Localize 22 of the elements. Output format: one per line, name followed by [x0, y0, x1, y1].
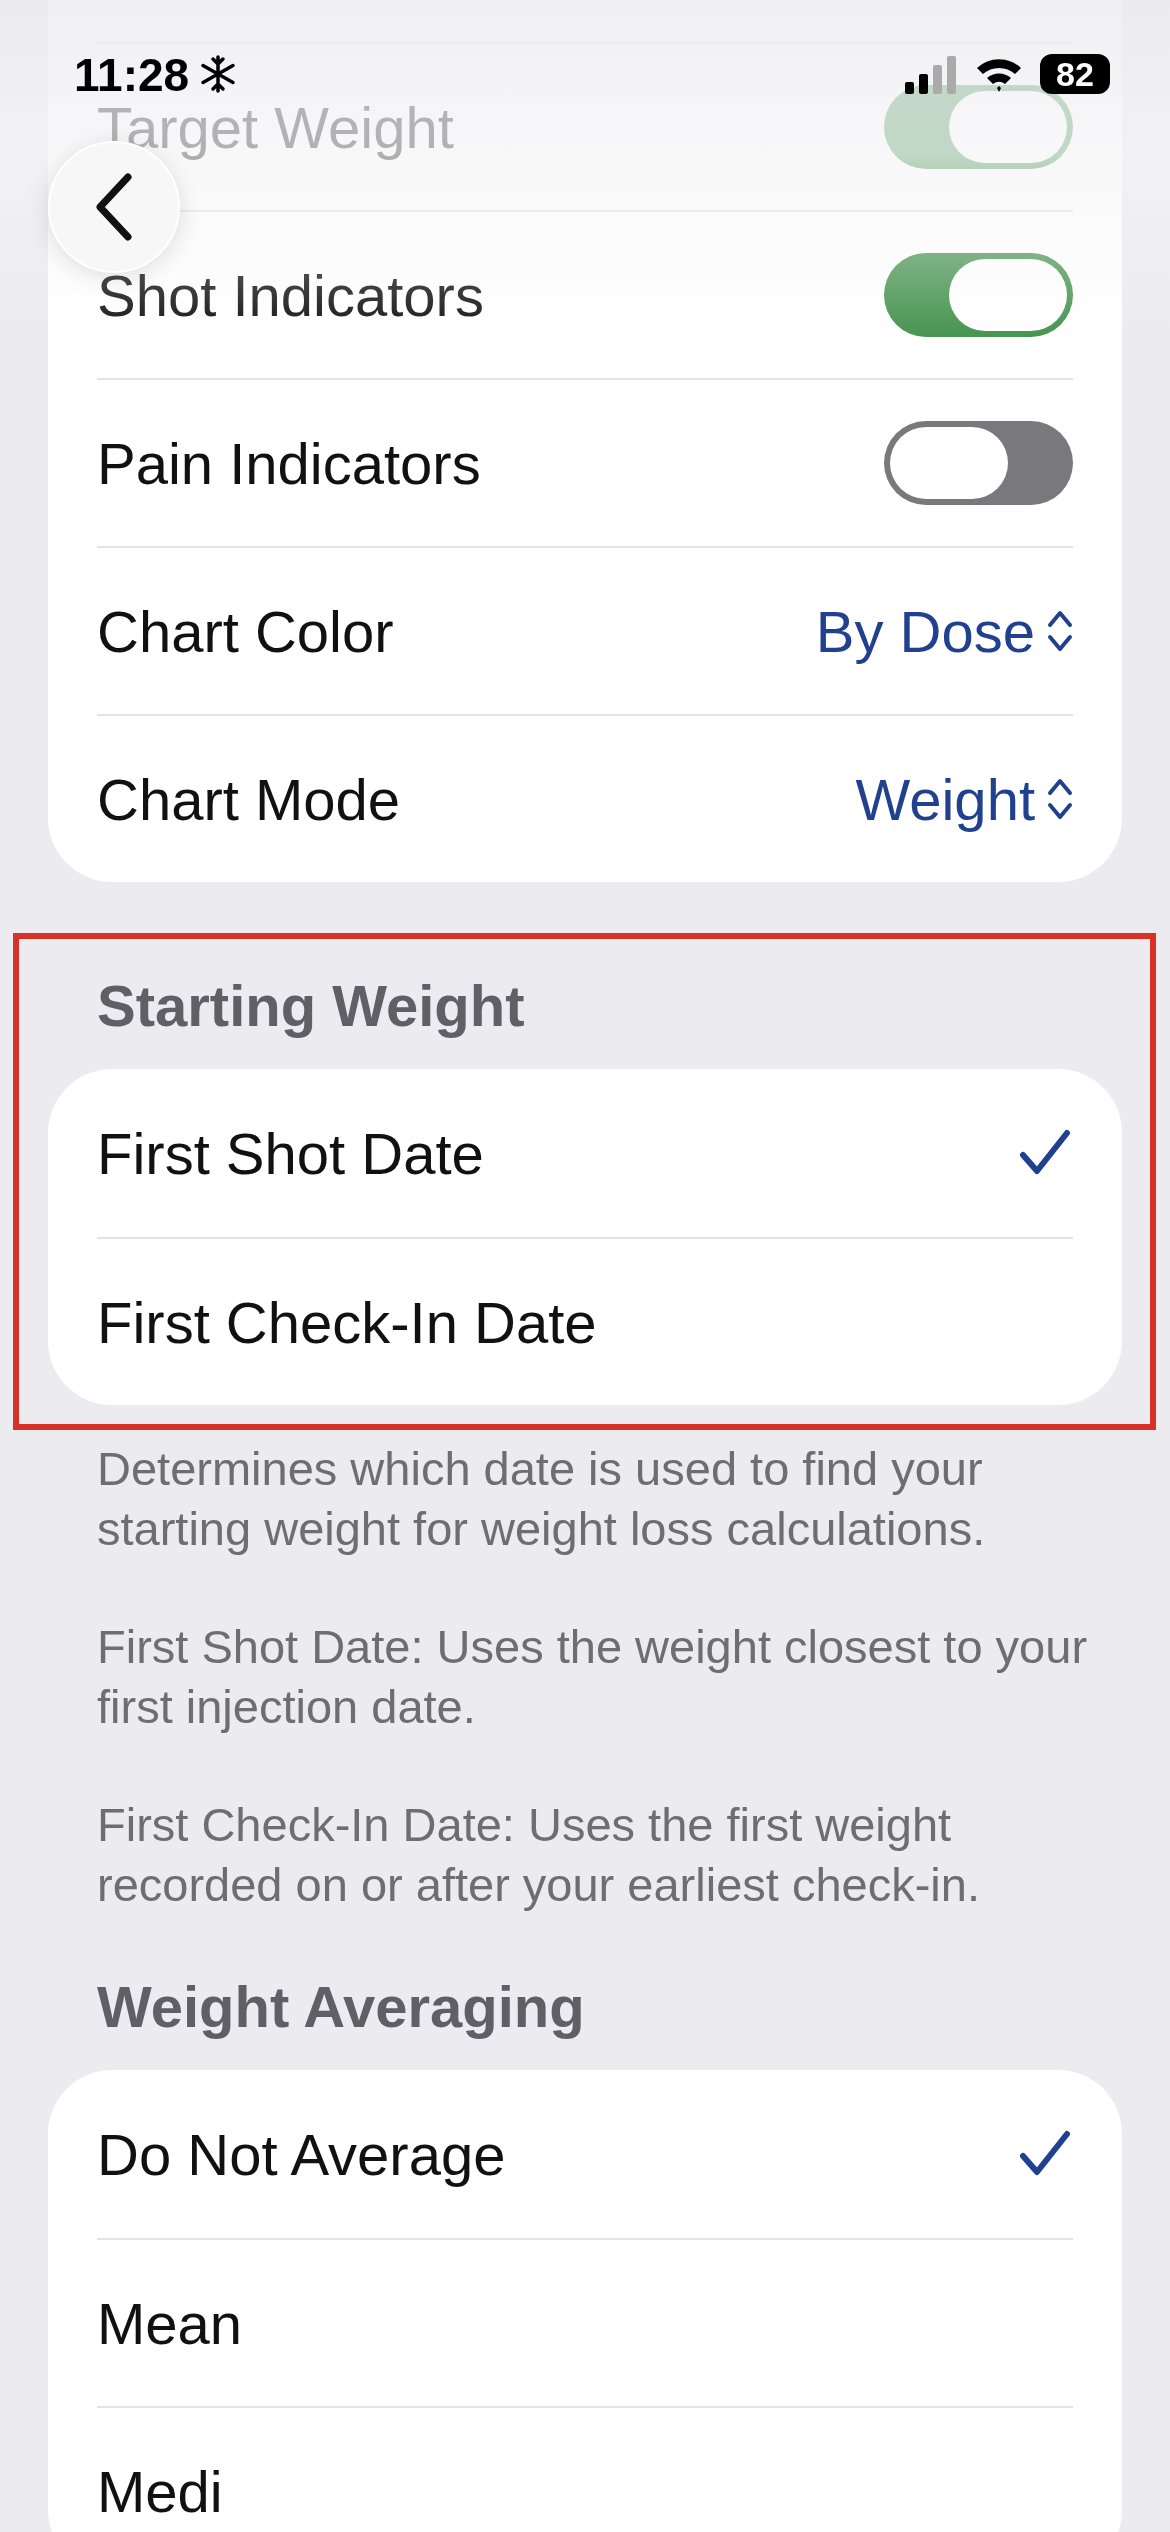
option-row[interactable]: Medi [97, 2406, 1073, 2532]
option-row[interactable]: First Shot Date [97, 1069, 1073, 1237]
footer-text: First Shot Date: Uses the weight closest to your first injection date. [97, 1619, 1089, 1735]
setting-label: Chart Color [97, 597, 394, 665]
section-header: Starting Weight [96, 972, 526, 1040]
picker-button[interactable]: Weight [855, 765, 1073, 833]
footer-text: Determines which date is used to find your starting weight for weight loss calculations. [97, 1441, 987, 1557]
footer-text: First Check-In Date: Uses the first weight recorded on or after your earliest check-in. [97, 1797, 981, 1913]
setting-label: Pain Indicators [97, 429, 481, 497]
option-row[interactable]: Do Not Average [97, 2070, 1073, 2238]
battery-level: 82 [1040, 54, 1110, 94]
option-label: First Shot Date [97, 1119, 484, 1187]
option-label: Medi [97, 2457, 223, 2525]
section-header: Weight Averaging [96, 1973, 586, 2041]
option-label: Do Not Average [97, 2120, 506, 2188]
option-label: First Check-In Date [97, 1288, 597, 1356]
option-row[interactable]: Mean [97, 2238, 1073, 2406]
picker-button[interactable]: By Dose [815, 597, 1073, 665]
option-row[interactable]: First Check-In Date [97, 1237, 1073, 1405]
setting-label: Shot Indicators [97, 261, 484, 329]
option-label: Mean [97, 2289, 243, 2357]
setting-label: Chart Mode [97, 765, 401, 833]
